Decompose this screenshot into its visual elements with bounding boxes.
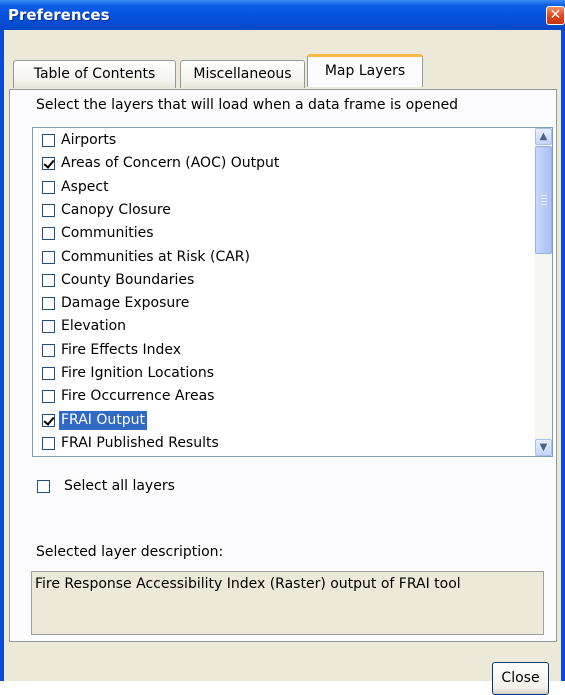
layer-row[interactable]: Fire Effects Index	[33, 340, 517, 363]
layer-row[interactable]: County Boundaries	[33, 270, 517, 293]
layer-row[interactable]: Aspect	[33, 177, 517, 200]
layer-label[interactable]: Fire Occurrence Areas	[59, 387, 216, 406]
layer-label[interactable]: Communities at Risk (CAR)	[59, 248, 252, 267]
select-all-checkbox[interactable]	[37, 480, 50, 493]
layer-label[interactable]: Communities	[59, 224, 156, 243]
layer-label[interactable]: Aspect	[59, 178, 111, 197]
layer-row[interactable]: FRAI Output	[33, 410, 517, 433]
layer-row[interactable]: Fire Occurrence Areas	[33, 386, 517, 409]
tab-table-of-contents[interactable]: Table of Contents	[13, 60, 176, 88]
layer-row[interactable]: Elevation	[33, 316, 517, 339]
layer-checkbox[interactable]	[42, 414, 55, 427]
window-close-icon[interactable]: ✕	[546, 6, 565, 25]
scroll-grip-line	[541, 201, 547, 202]
layer-label[interactable]: Elevation	[59, 317, 128, 336]
window-title: Preferences	[8, 6, 110, 24]
layer-description-text: Fire Response Accessibility Index (Raste…	[35, 576, 461, 592]
layer-row[interactable]: Canopy Closure	[33, 200, 517, 223]
layer-list-scrollbar[interactable]: ▲ ▼	[535, 128, 552, 456]
layer-label[interactable]: FRAI Output	[59, 411, 147, 430]
instruction-label: Select the layers that will load when a …	[36, 97, 459, 113]
scroll-down-icon[interactable]: ▼	[535, 439, 552, 456]
layer-checkbox[interactable]	[42, 157, 55, 170]
layer-label[interactable]: Canopy Closure	[59, 201, 173, 220]
layer-label[interactable]: County Boundaries	[59, 271, 196, 290]
layer-row[interactable]: Fire Ignition Locations	[33, 363, 517, 386]
layer-list[interactable]: FRAI Published Results FRAI Output Fire Oc…	[32, 127, 553, 457]
layer-checkbox[interactable]	[42, 274, 55, 287]
layer-checkbox[interactable]	[42, 134, 55, 147]
layer-label[interactable]: Fire Effects Index	[59, 341, 183, 360]
layer-checkbox[interactable]	[42, 367, 55, 380]
layer-row[interactable]: Areas of Concern (AOC) Output	[33, 153, 517, 176]
layer-checkbox[interactable]	[42, 251, 55, 264]
layer-row[interactable]: Airports	[33, 130, 517, 153]
close-button[interactable]: Close	[492, 662, 549, 695]
layer-description-box: Fire Response Accessibility Index (Raste…	[31, 571, 544, 635]
layer-label[interactable]: Areas of Concern (AOC) Output	[59, 154, 281, 173]
scroll-grip-line	[541, 195, 547, 196]
layer-label[interactable]: Fire Ignition Locations	[59, 364, 216, 383]
scroll-up-icon[interactable]: ▲	[535, 128, 552, 145]
layer-checkbox[interactable]	[42, 344, 55, 357]
layer-row[interactable]: Damage Exposure	[33, 293, 517, 316]
preferences-window: Preferences ✕ Table of Contents Miscella…	[0, 0, 565, 695]
layer-row[interactable]: Communities at Risk (CAR)	[33, 247, 517, 270]
scroll-thumb[interactable]	[535, 146, 552, 254]
layer-checkbox[interactable]	[42, 227, 55, 240]
description-label: Selected layer description:	[36, 544, 224, 560]
layer-checkbox[interactable]	[42, 390, 55, 403]
layer-row[interactable]: FRAI Published Results	[33, 433, 517, 456]
scroll-grip-line	[541, 198, 547, 199]
layer-checkbox[interactable]	[42, 320, 55, 333]
layer-row[interactable]: Communities	[33, 223, 517, 246]
dialog-client-area: Table of Contents Miscellaneous Map Laye…	[4, 30, 561, 695]
title-bar[interactable]: Preferences ✕	[0, 0, 565, 30]
layer-label[interactable]: FRAI Published Results	[59, 434, 221, 453]
layer-label[interactable]: Airports	[59, 131, 118, 150]
layer-label[interactable]: Damage Exposure	[59, 294, 191, 313]
layer-checkbox[interactable]	[42, 297, 55, 310]
layer-checkbox[interactable]	[42, 204, 55, 217]
layer-checkbox[interactable]	[42, 437, 55, 450]
scroll-grip-line	[541, 204, 547, 205]
tab-map-layers[interactable]: Map Layers	[307, 54, 423, 87]
select-all-label[interactable]: Select all layers	[64, 478, 175, 494]
layer-checkbox[interactable]	[42, 181, 55, 194]
tab-miscellaneous[interactable]: Miscellaneous	[180, 60, 305, 88]
